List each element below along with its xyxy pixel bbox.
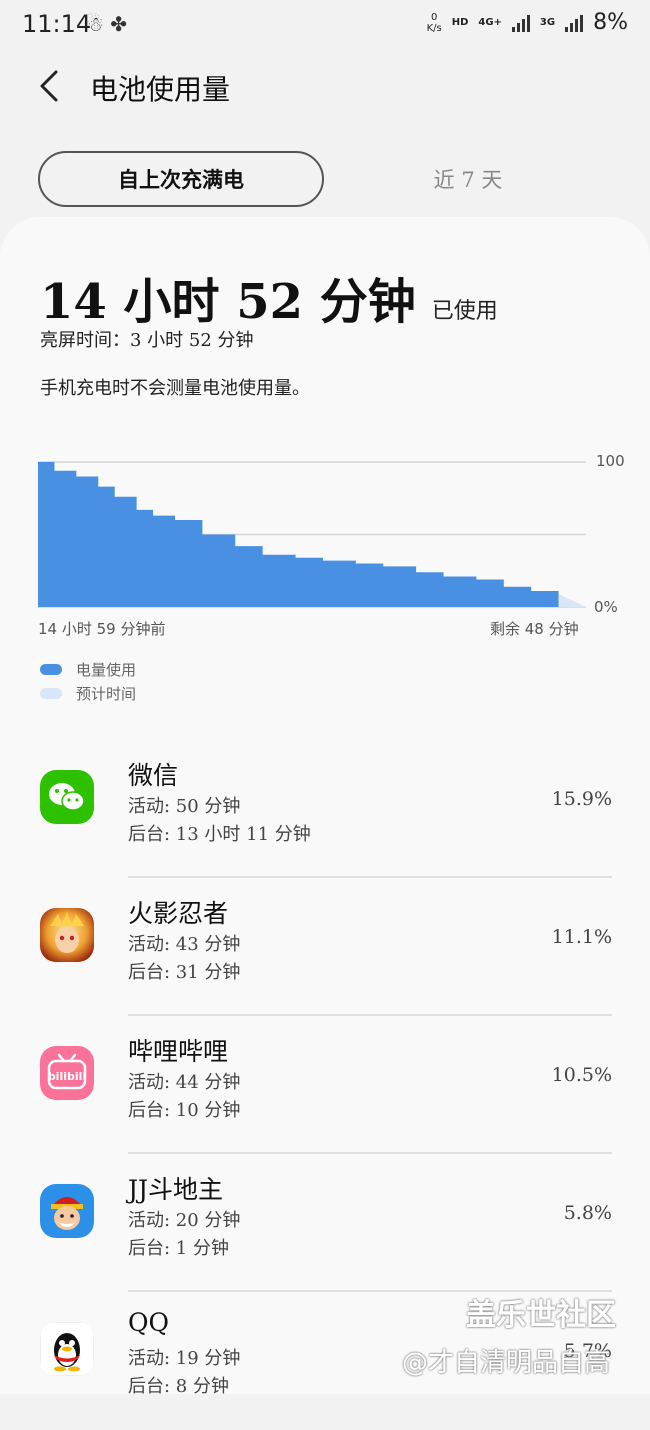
notification-icon: ☃ (86, 12, 104, 36)
used-time-row: 14 小时 52 分钟 已使用 (40, 262, 498, 332)
app-row-wechat[interactable]: 微信 活动: 50 分钟 后台: 13 小时 11 分钟 15.9% (0, 740, 650, 878)
app-percent: 15.9% (551, 788, 612, 810)
app-name: 微信 (128, 761, 179, 790)
screen-time: 亮屏时间：3 小时 52 分钟 (40, 330, 254, 351)
tab-last-7-days[interactable]: 近 7 天 (340, 151, 596, 207)
status-right: 0 K/s HD 4G+ 3G 8% (427, 10, 628, 35)
app-percent: 11.1% (551, 926, 612, 948)
bilibili-icon: bilibili (40, 1046, 94, 1100)
qq-icon (40, 1322, 94, 1376)
legend-label-forecast: 预计时间 (76, 684, 137, 703)
naruto-game-icon (40, 908, 94, 962)
x-axis-start-label: 14 小时 59 分钟前 (38, 620, 166, 638)
jj-doudizhu-icon (40, 1184, 94, 1238)
status-bar: 11:14 ☃ ✤ 0 K/s HD 4G+ 3G 8% (0, 0, 650, 52)
chevron-left-icon[interactable] (36, 68, 64, 104)
wechat-icon (40, 770, 94, 824)
app-row-jj-doudizhu[interactable]: JJ斗地主 活动: 20 分钟 后台: 1 分钟 5.8% (0, 1154, 650, 1292)
app-name: QQ (128, 1308, 169, 1337)
status-time: 11:14 (22, 10, 92, 38)
forecast-area-series (558, 593, 586, 607)
x-axis-end-label: 剩余 48 分钟 (490, 620, 579, 638)
legend-item-usage: 电量使用 (40, 660, 137, 679)
net-3g-indicator: 3G (539, 17, 556, 28)
signal-icon (511, 14, 530, 32)
net-4g-indicator: 4G+ (478, 17, 502, 28)
maple-leaf-icon: ✤ (110, 12, 128, 36)
used-suffix: 已使用 (431, 299, 498, 324)
app-percent: 5.8% (563, 1202, 612, 1224)
network-speed: 0 K/s (427, 12, 442, 34)
app-active-time: 活动: 19 分钟 (128, 1348, 241, 1369)
watermark-author: @才自清明品自高 (402, 1348, 611, 1378)
y-axis-bottom-label: 0% (594, 598, 618, 616)
notification-icons: ☃ ✤ (86, 12, 127, 36)
legend-label-usage: 电量使用 (76, 660, 137, 679)
app-active-time: 活动: 50 分钟 (128, 796, 241, 817)
signal-icon-2 (565, 14, 584, 32)
hd-indicator: HD (451, 17, 469, 28)
battery-percent: 8% (593, 10, 628, 35)
page-title: 电池使用量 (90, 73, 231, 106)
app-active-time: 活动: 44 分钟 (128, 1072, 241, 1093)
header: 电池使用量 (0, 52, 650, 122)
svg-text:bilibili: bilibili (48, 1070, 86, 1083)
app-background-time: 后台: 8 分钟 (128, 1376, 229, 1397)
app-percent: 10.5% (551, 1064, 612, 1086)
watermark-community: 盖乐世社区 (466, 1298, 616, 1333)
app-active-time: 活动: 20 分钟 (128, 1210, 241, 1231)
app-name: 哔哩哔哩 (128, 1037, 229, 1066)
legend-swatch-forecast (40, 687, 62, 699)
y-axis-top-label: 100 (596, 452, 625, 470)
app-background-time: 后台: 13 小时 11 分钟 (128, 824, 311, 845)
app-name: JJ斗地主 (128, 1175, 224, 1204)
app-background-time: 后台: 10 分钟 (128, 1100, 241, 1121)
app-row-bilibili[interactable]: bilibili 哔哩哔哩 活动: 44 分钟 后台: 10 分钟 10.5% (0, 1016, 650, 1154)
app-name: 火影忍者 (128, 899, 229, 928)
chart-legend: 电量使用 预计时间 (40, 660, 136, 708)
network-speed-value: 0 (430, 11, 438, 23)
app-background-time: 后台: 1 分钟 (128, 1238, 229, 1259)
legend-swatch-usage (40, 663, 62, 675)
app-row-naruto[interactable]: 火影忍者 活动: 43 分钟 后台: 31 分钟 11.1% (0, 878, 650, 1016)
used-time: 14 小时 52 分钟 (40, 274, 416, 330)
tab-since-full-charge[interactable]: 自上次充满电 (38, 151, 324, 207)
legend-item-forecast: 预计时间 (40, 684, 137, 703)
app-active-time: 活动: 43 分钟 (128, 934, 241, 955)
app-background-time: 后台: 31 分钟 (128, 962, 241, 983)
charging-note: 手机充电时不会测量电池使用量。 (40, 378, 310, 399)
network-speed-unit: K/s (426, 22, 442, 34)
